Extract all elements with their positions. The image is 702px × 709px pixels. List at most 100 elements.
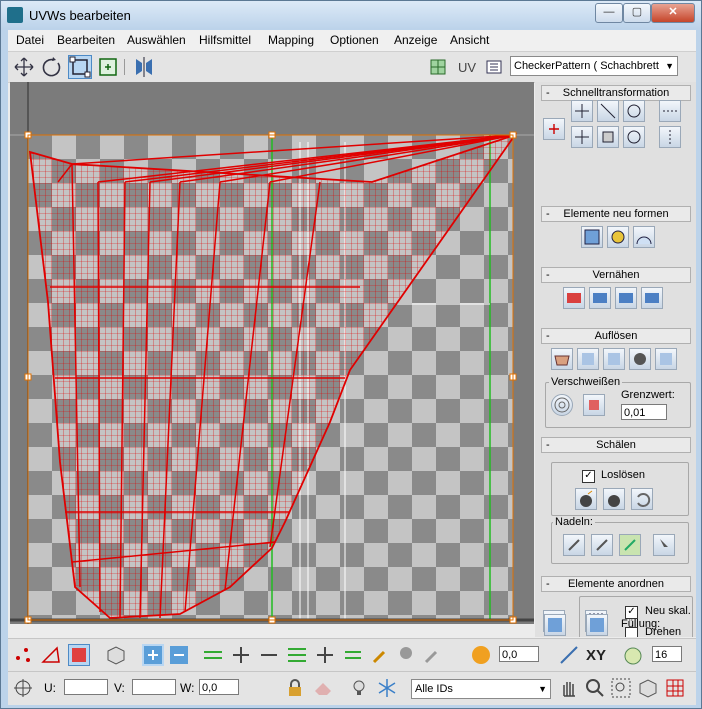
grow-selection-button[interactable] (142, 644, 164, 666)
align-linear-button[interactable] (597, 100, 619, 122)
ring-button[interactable] (286, 644, 308, 666)
grow-ring-button[interactable] (314, 644, 336, 666)
straighten-button[interactable] (581, 226, 603, 248)
paint-grow-button[interactable] (396, 644, 418, 666)
shrink-selection-button[interactable] (168, 644, 190, 666)
material-id-combo[interactable]: Alle IDs ▼ (411, 679, 551, 699)
maximize-button[interactable]: ▢ (623, 3, 651, 23)
uv-mode-label[interactable]: UV (458, 60, 476, 75)
pack-button-4[interactable] (586, 614, 608, 636)
peel-button-1[interactable] (575, 488, 597, 510)
menu-auswaehlen[interactable]: Auswählen (127, 33, 186, 47)
align-pivot-button[interactable] (543, 118, 565, 140)
peel-header[interactable]: - Schälen (541, 437, 691, 453)
v-input[interactable] (132, 679, 176, 695)
select-pin-button[interactable] (653, 534, 675, 556)
pin-button[interactable] (563, 534, 585, 556)
stitch-icon (645, 293, 659, 303)
uv-list-button[interactable] (482, 55, 506, 79)
hide-button[interactable] (312, 677, 334, 699)
stitch-header[interactable]: - Vernähen (541, 267, 691, 283)
menu-optionen[interactable]: Optionen (330, 33, 379, 47)
grow-loop-button[interactable] (230, 644, 252, 666)
align-horizontal-button[interactable] (571, 100, 593, 122)
absolute-mode-button[interactable] (12, 677, 34, 699)
loop-button[interactable] (202, 644, 224, 666)
show-map-button[interactable] (426, 55, 450, 79)
rotate-90-cw-button[interactable] (623, 100, 645, 122)
explode-button-5[interactable] (655, 348, 677, 370)
space-vertical-2-button[interactable] (659, 126, 681, 148)
align-vertical-button[interactable] (571, 126, 593, 148)
polygon-mode-button[interactable] (68, 644, 90, 666)
soft-selection-button[interactable] (470, 644, 492, 666)
mirror-tool-button[interactable] (132, 55, 156, 79)
zoom-region-button[interactable] (610, 677, 632, 699)
circularize-button[interactable] (633, 226, 655, 248)
minimize-button[interactable]: — (595, 3, 623, 23)
w-input[interactable]: 0,0 (199, 679, 239, 695)
stitch-button-3[interactable] (615, 287, 637, 309)
menu-hilfsmittel[interactable]: Hilfsmittel (199, 33, 251, 47)
filter-button[interactable] (376, 677, 398, 699)
explode-header[interactable]: - Auflösen (541, 328, 691, 344)
lock-button[interactable] (284, 677, 306, 699)
stitch-button-4[interactable] (641, 287, 663, 309)
weld-target-button[interactable] (551, 394, 573, 416)
space-vertical-button[interactable] (597, 126, 619, 148)
stitch-button-1[interactable] (563, 287, 585, 309)
move-tool-button[interactable] (12, 55, 36, 79)
grid-value-input[interactable]: 16 (652, 646, 682, 662)
xy-label[interactable]: XY (586, 647, 606, 664)
explode-button-3[interactable] (603, 348, 625, 370)
stitch-button-2[interactable] (589, 287, 611, 309)
threshold-input[interactable]: 0,01 (621, 404, 667, 420)
menu-anzeige[interactable]: Anzeige (394, 33, 437, 47)
freeform-tool-button[interactable] (96, 55, 120, 79)
weld-selected-button[interactable] (583, 394, 605, 416)
pan-button[interactable] (558, 677, 580, 699)
close-button[interactable]: ✕ (651, 3, 695, 23)
space-horizontal-button[interactable] (659, 100, 681, 122)
vertex-mode-button[interactable] (12, 644, 34, 666)
scale-tool-button[interactable] (68, 55, 92, 79)
freeze-button[interactable] (348, 677, 370, 699)
zoom-extents-button[interactable] (636, 677, 658, 699)
shrink-ring-button[interactable] (342, 644, 364, 666)
soft-selection-input[interactable]: 0,0 (499, 646, 539, 662)
plus-icon (317, 647, 333, 663)
zoom-button[interactable] (584, 677, 606, 699)
element-mode-button[interactable] (104, 644, 126, 666)
menu-mapping[interactable]: Mapping (268, 33, 314, 47)
menu-ansicht[interactable]: Ansicht (450, 33, 489, 47)
pack-button-3[interactable] (544, 614, 566, 636)
peel-reset-button[interactable] (631, 488, 653, 510)
paint-select-button[interactable] (370, 644, 392, 666)
auto-pin-button[interactable] (619, 534, 641, 556)
explode-button-2[interactable] (577, 348, 599, 370)
detach-checkbox[interactable]: ✓ (582, 470, 595, 483)
uv-viewport[interactable] (10, 82, 534, 624)
u-input[interactable] (64, 679, 108, 695)
uv-canvas[interactable] (10, 82, 534, 624)
rotate-90-ccw-button[interactable] (623, 126, 645, 148)
snap-button[interactable] (622, 644, 644, 666)
menu-bearbeiten[interactable]: Bearbeiten (57, 33, 115, 47)
grid-button[interactable] (664, 677, 686, 699)
rotate-tool-button[interactable] (40, 55, 64, 79)
edge-distance-button[interactable] (558, 644, 580, 666)
unpin-button[interactable] (591, 534, 613, 556)
texture-combo[interactable]: CheckerPattern ( Schachbrett ▼ (510, 56, 678, 76)
explode-button-1[interactable] (551, 348, 573, 370)
paint-shrink-button[interactable] (422, 644, 444, 666)
reshape-header[interactable]: - Elemente neu formen (541, 206, 691, 222)
peel-button-2[interactable] (603, 488, 625, 510)
explode-button-4[interactable] (629, 348, 651, 370)
edge-mode-button[interactable] (40, 644, 62, 666)
relax-button[interactable] (607, 226, 629, 248)
main-toolbar: UV CheckerPattern ( Schachbrett ▼ (8, 51, 696, 83)
shrink-loop-button[interactable] (258, 644, 280, 666)
arrange-header[interactable]: - Elemente anordnen (541, 576, 691, 592)
quick-transform-header[interactable]: - Schnelltransformation (541, 85, 691, 101)
menu-datei[interactable]: Datei (16, 33, 44, 47)
